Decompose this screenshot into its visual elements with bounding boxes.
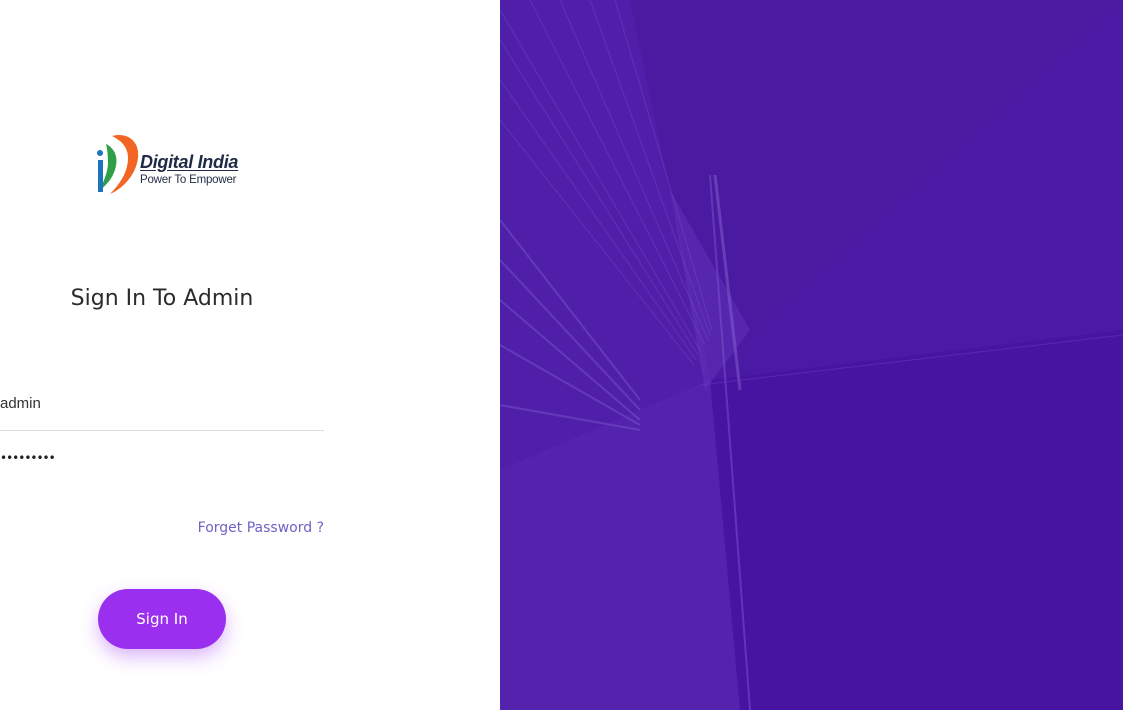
username-value: admin — [0, 395, 41, 412]
logo-tagline: Power To Empower — [140, 174, 237, 186]
digital-india-logo-icon — [97, 134, 139, 194]
username-field[interactable] — [0, 384, 324, 431]
page-title: Sign In To Admin — [70, 286, 254, 311]
password-value: ••••••••• — [0, 451, 56, 465]
hero-background — [500, 0, 1123, 710]
bridge-cables-artwork — [500, 0, 1123, 710]
brand-logo: Digital India Power To Empower — [90, 130, 240, 200]
login-panel: Digital India Power To Empower Sign In T… — [0, 0, 500, 710]
login-page: Digital India Power To Empower Sign In T… — [0, 0, 1123, 710]
logo-title: Digital India — [140, 152, 239, 172]
sign-in-button[interactable]: Sign In — [98, 589, 226, 649]
forgot-password-link[interactable]: Forget Password ? — [198, 520, 324, 536]
